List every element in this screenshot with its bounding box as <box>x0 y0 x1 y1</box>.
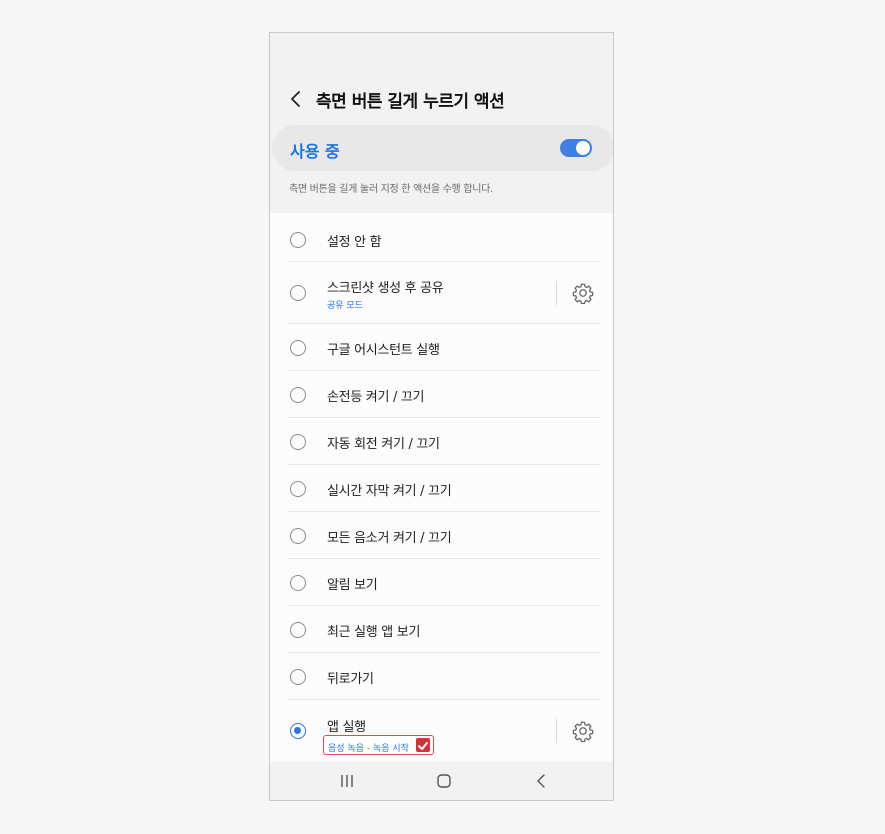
check-icon <box>415 738 430 752</box>
option-label: 알림 보기 <box>327 578 378 593</box>
radio-button[interactable] <box>290 340 306 356</box>
master-toggle[interactable] <box>560 139 592 157</box>
option-label: 설정 안 함 <box>327 235 382 250</box>
gear-icon <box>572 721 594 742</box>
system-navigation-bar <box>270 762 613 800</box>
radio-button[interactable] <box>290 575 306 591</box>
master-switch-row[interactable]: 사용 중 <box>272 125 613 171</box>
radio-button[interactable] <box>290 387 306 403</box>
radio-button[interactable] <box>290 669 306 685</box>
back-button[interactable] <box>284 87 308 111</box>
back-icon <box>537 774 545 788</box>
option-label: 뒤로가기 <box>327 672 374 687</box>
option-label: 앱 실행 <box>327 720 366 735</box>
option-label: 최근 실행 앱 보기 <box>327 625 421 640</box>
home-button[interactable] <box>435 772 453 794</box>
master-switch-label: 사용 중 <box>290 142 340 161</box>
radio-button[interactable] <box>290 481 306 497</box>
radio-button[interactable] <box>290 285 306 301</box>
page-title: 측면 버튼 길게 누르기 액션 <box>316 92 505 112</box>
radio-button-selected[interactable] <box>290 723 306 739</box>
options-list: 설정 안 함 스크린샷 생성 후 공유 공유 모드 구글 어시스턴트 실행 손전… <box>270 213 613 765</box>
highlighted-sublabel: 음성 녹음 - 녹음 시작 <box>323 735 434 755</box>
divider <box>556 281 557 305</box>
phone-screen: 측면 버튼 길게 누르기 액션 사용 중 측면 버튼을 길게 눌러 지정 한 액… <box>269 32 614 801</box>
toggle-knob <box>576 141 590 155</box>
recents-icon <box>341 775 353 787</box>
description-text: 측면 버튼을 길게 눌러 지정 한 액션을 수행 합니다. <box>289 184 493 195</box>
option-row-launch-app[interactable]: 앱 실행 음성 녹음 - 녹음 시작 <box>288 700 600 762</box>
divider <box>556 719 557 743</box>
radio-button[interactable] <box>290 434 306 450</box>
option-row-screenshot-share[interactable]: 스크린샷 생성 후 공유 공유 모드 <box>288 262 600 324</box>
option-row-none[interactable]: 설정 안 함 <box>288 218 600 262</box>
radio-button[interactable] <box>290 232 306 248</box>
option-label: 스크린샷 생성 후 공유 <box>327 281 444 296</box>
option-row-mute-all[interactable]: 모든 음소거 켜기 / 끄기 <box>288 512 600 559</box>
top-app-bar: 측면 버튼 길게 누르기 액션 <box>270 85 613 115</box>
option-label: 구글 어시스턴트 실행 <box>327 343 440 358</box>
option-sublabel: 공유 모드 <box>327 301 363 311</box>
nav-back-button[interactable] <box>532 772 550 794</box>
option-label: 자동 회전 켜기 / 끄기 <box>327 437 440 452</box>
radio-button[interactable] <box>290 528 306 544</box>
option-label: 모든 음소거 켜기 / 끄기 <box>327 531 452 546</box>
gear-icon <box>572 283 594 304</box>
radio-button[interactable] <box>290 622 306 638</box>
option-row-flashlight[interactable]: 손전등 켜기 / 끄기 <box>288 371 600 418</box>
option-row-go-back[interactable]: 뒤로가기 <box>288 653 600 700</box>
option-row-google-assistant[interactable]: 구글 어시스턴트 실행 <box>288 324 600 371</box>
settings-button[interactable] <box>556 279 600 307</box>
option-row-auto-rotate[interactable]: 자동 회전 켜기 / 끄기 <box>288 418 600 465</box>
option-row-notifications[interactable]: 알림 보기 <box>288 559 600 606</box>
recents-button[interactable] <box>338 772 356 794</box>
option-label: 손전등 켜기 / 끄기 <box>327 390 425 405</box>
option-row-live-caption[interactable]: 실시간 자막 켜기 / 끄기 <box>288 465 600 512</box>
settings-button[interactable] <box>556 717 600 745</box>
option-row-recent-apps[interactable]: 최근 실행 앱 보기 <box>288 606 600 653</box>
option-sublabel: 음성 녹음 - 녹음 시작 <box>328 744 409 754</box>
option-label: 실시간 자막 켜기 / 끄기 <box>327 484 452 499</box>
chevron-left-icon <box>291 91 300 107</box>
home-icon <box>437 774 451 788</box>
